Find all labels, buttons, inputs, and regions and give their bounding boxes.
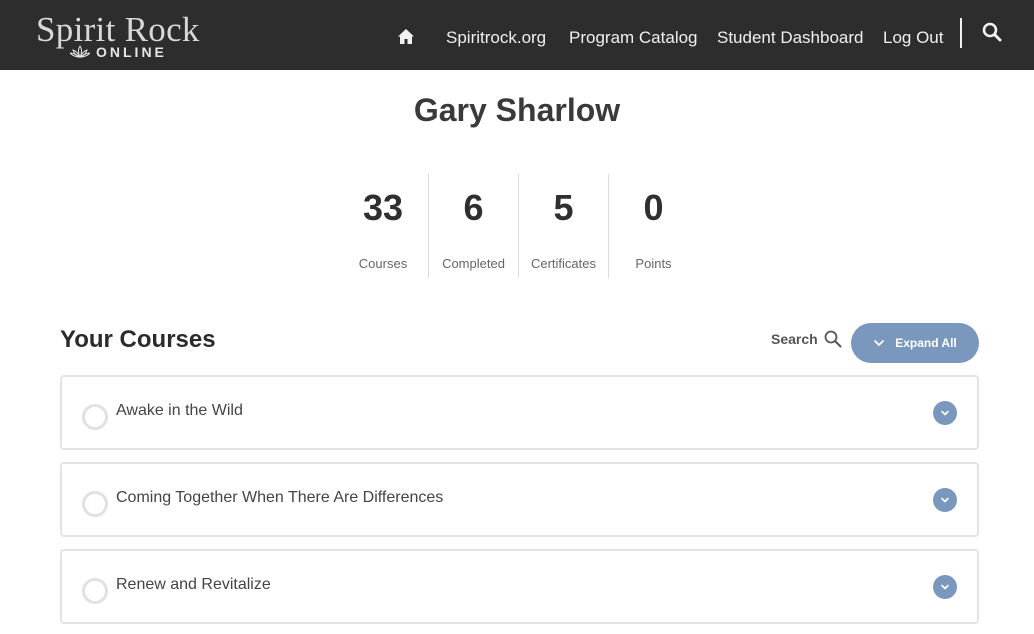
search-icon[interactable] <box>982 22 1002 42</box>
course-row-awake-in-the-wild[interactable]: Awake in the Wild <box>60 375 979 450</box>
stat-completed: 6 Completed <box>428 174 518 278</box>
nav-link-student-dashboard[interactable]: Student Dashboard <box>717 28 864 48</box>
course-row-coming-together[interactable]: Coming Together When There Are Differenc… <box>60 462 979 537</box>
stat-courses: 33 Courses <box>338 174 428 278</box>
site-logo[interactable]: Spirit Rock ONLINE <box>36 8 206 64</box>
chevron-down-icon <box>874 340 885 346</box>
stat-points: 0 Points <box>608 174 698 278</box>
logo-subtitle: ONLINE <box>70 44 167 60</box>
nav-link-log-out[interactable]: Log Out <box>883 28 944 48</box>
courses-heading: Your Courses <box>60 326 216 353</box>
stat-value: 6 <box>463 187 484 228</box>
course-title: Coming Together When There Are Differenc… <box>116 489 444 506</box>
course-status-circle-icon <box>82 404 108 430</box>
chevron-down-icon <box>941 497 949 503</box>
top-navigation-bar: Spirit Rock ONLINE Spiritrock.org Progra… <box>0 0 1034 70</box>
course-status-circle-icon <box>82 578 108 604</box>
logo-subtitle-text: ONLINE <box>96 44 167 60</box>
nav-link-spiritrock-org[interactable]: Spiritrock.org <box>446 28 546 48</box>
course-title: Awake in the Wild <box>116 402 243 419</box>
course-row-renew-and-revitalize[interactable]: Renew and Revitalize <box>60 549 979 624</box>
lotus-icon <box>70 45 90 59</box>
profile-stats: 33 Courses 6 Completed 5 Certificates 0 … <box>338 174 698 278</box>
chevron-down-icon <box>941 410 949 416</box>
home-icon[interactable] <box>397 28 415 46</box>
search-icon <box>824 330 842 348</box>
stat-value: 5 <box>553 187 574 228</box>
stat-value: 33 <box>362 187 404 228</box>
stat-label: Completed <box>442 256 505 271</box>
profile-name: Gary Sharlow <box>413 92 621 128</box>
nav-link-program-catalog[interactable]: Program Catalog <box>569 28 698 48</box>
course-title: Renew and Revitalize <box>116 576 271 593</box>
course-expand-toggle[interactable] <box>933 488 957 512</box>
stat-value: 0 <box>643 187 664 228</box>
stat-label: Certificates <box>530 256 597 271</box>
stat-certificates: 5 Certificates <box>518 174 608 278</box>
courses-search-label: Search <box>771 331 818 347</box>
stat-label: Courses <box>358 256 408 271</box>
course-status-circle-icon <box>82 491 108 517</box>
expand-all-label: Expand All <box>895 336 957 350</box>
chevron-down-icon <box>941 584 949 590</box>
expand-all-button[interactable]: Expand All <box>851 323 979 363</box>
nav-divider <box>960 18 962 48</box>
stat-label: Points <box>635 256 672 271</box>
course-expand-toggle[interactable] <box>933 401 957 425</box>
courses-search-button[interactable]: Search <box>771 330 842 348</box>
course-expand-toggle[interactable] <box>933 575 957 599</box>
